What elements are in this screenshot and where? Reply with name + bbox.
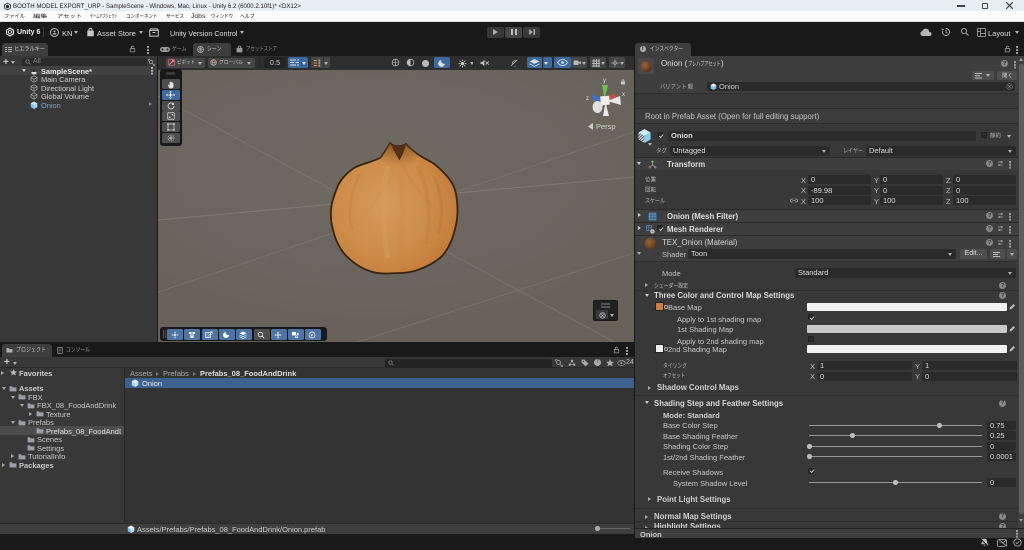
svg-text:z: z [586, 96, 589, 102]
svg-text:x: x [622, 92, 625, 98]
svg-text:y: y [603, 78, 606, 84]
